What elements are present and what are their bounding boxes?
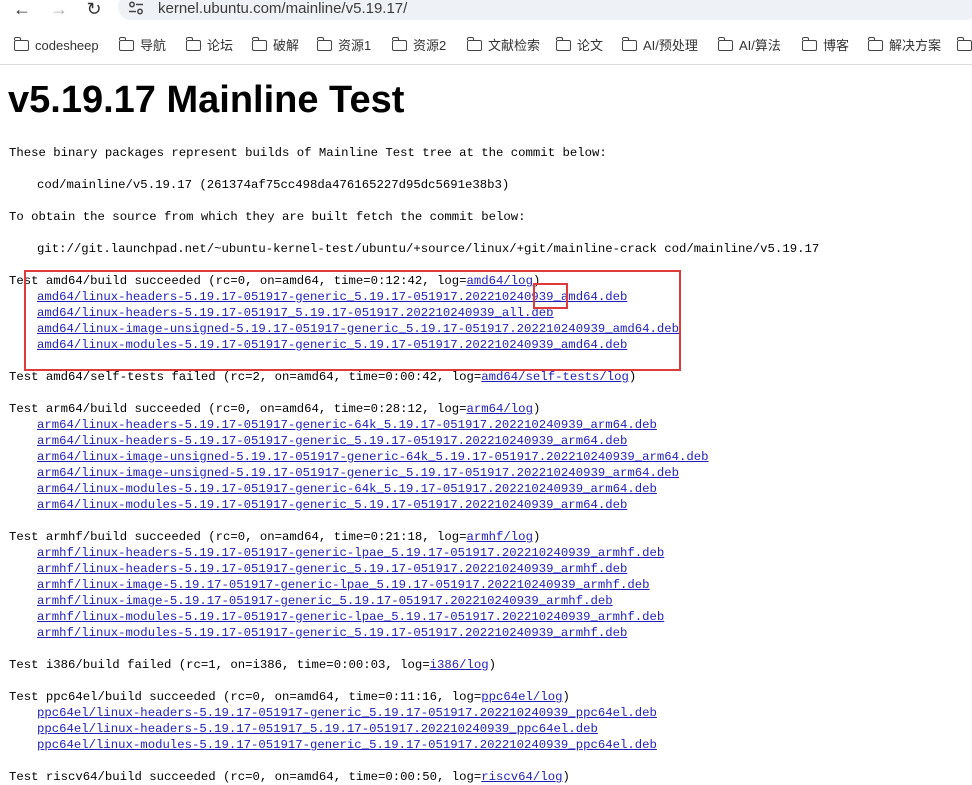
folder-icon [956, 37, 972, 51]
build-status-text: Test i386/build failed (rc=1, on=i386, t… [9, 658, 430, 672]
source-intro-text: To obtain the source from which they are… [9, 210, 526, 224]
build-status-text: Test armhf/build succeeded (rc=0, on=amd… [9, 530, 467, 544]
log-link[interactable]: armhf/log [467, 530, 533, 544]
commit-text: cod/mainline/v5.19.17 (261374af75cc498da… [37, 178, 510, 192]
bookmark-crack[interactable]: 破解 [251, 36, 299, 56]
highlight-box [24, 270, 681, 371]
log-link[interactable]: ppc64el/log [481, 690, 562, 704]
paren-close: ) [488, 658, 497, 672]
package-link[interactable]: armhf/linux-headers-5.19.17-051917-gener… [37, 561, 627, 577]
bookmark-literature[interactable]: 文献检索 [466, 36, 540, 56]
highlight-box-arch [533, 283, 568, 309]
paren-close: ) [562, 770, 570, 784]
bookmark-blog[interactable]: 博客 [801, 36, 849, 56]
package-link[interactable]: arm64/linux-image-unsigned-5.19.17-05191… [37, 449, 709, 465]
source-command: git://git.launchpad.net/~ubuntu-kernel-t… [37, 242, 820, 256]
folder-icon [391, 37, 407, 51]
forward-arrow-icon[interactable]: → [47, 0, 71, 18]
bookmark-ai-algorithm[interactable]: AI/算法 [717, 36, 781, 56]
bookmark-ai-preprocess[interactable]: AI/预处理 [621, 36, 698, 56]
folder-icon [801, 37, 817, 51]
folder-icon [867, 37, 883, 51]
bookmark-solutions[interactable]: 解决方案 [867, 36, 941, 56]
build-status-line: Test amd64/self-tests failed (rc=2, on=a… [9, 369, 636, 385]
bookmarks-bar: codesheep 导航 论坛 破解 资源1 资源2 文献检索 论文 AI/预处… [0, 36, 972, 58]
build-status-text: Test arm64/build succeeded (rc=0, on=amd… [9, 402, 467, 416]
bookmark-resource1[interactable]: 资源1 [316, 36, 371, 56]
build-status-line: Test ppc64el/build succeeded (rc=0, on=a… [9, 689, 570, 705]
folder-icon [118, 37, 134, 51]
page-title: v5.19.17 Mainline Test [8, 79, 405, 121]
build-status-text: Test riscv64/build succeeded (rc=0, on=a… [9, 770, 482, 784]
site-settings-icon[interactable] [128, 1, 144, 15]
log-link[interactable]: amd64/self-tests/log [481, 370, 629, 384]
package-link[interactable]: arm64/linux-modules-5.19.17-051917-gener… [37, 481, 657, 497]
build-status-line: Test i386/build failed (rc=1, on=i386, t… [9, 657, 496, 673]
bookmark-resource2[interactable]: 资源2 [391, 36, 446, 56]
bookmark-forum[interactable]: 论坛 [185, 36, 233, 56]
package-link[interactable]: arm64/linux-headers-5.19.17-051917-gener… [37, 433, 627, 449]
package-link[interactable]: armhf/linux-modules-5.19.17-051917-gener… [37, 609, 664, 625]
package-link[interactable]: ppc64el/linux-modules-5.19.17-051917-gen… [37, 737, 657, 753]
package-link[interactable]: ppc64el/linux-headers-5.19.17-051917-gen… [37, 705, 657, 721]
intro-text: These binary packages represent builds o… [9, 146, 607, 160]
package-link[interactable]: armhf/linux-image-5.19.17-051917-generic… [37, 593, 613, 609]
folder-icon [621, 37, 637, 51]
reload-icon[interactable]: ↻ [82, 0, 106, 18]
package-link[interactable]: armhf/linux-headers-5.19.17-051917-gener… [37, 545, 664, 561]
paren-close: ) [532, 530, 541, 544]
bookmark-papers[interactable]: 论文 [555, 36, 603, 56]
page-content: v5.19.17 Mainline Test These binary pack… [0, 65, 972, 784]
browser-chrome: ← → ↻ kernel.ubuntu.com/mainline/v5.19.1… [0, 0, 972, 65]
package-link[interactable]: arm64/linux-image-unsigned-5.19.17-05191… [37, 465, 679, 481]
folder-icon [555, 37, 571, 51]
build-status-line: Test arm64/build succeeded (rc=0, on=amd… [9, 401, 540, 417]
folder-icon [466, 37, 482, 51]
package-link[interactable]: arm64/linux-headers-5.19.17-051917-gener… [37, 417, 657, 433]
address-bar[interactable]: kernel.ubuntu.com/mainline/v5.19.17/ [118, 0, 972, 20]
folder-icon [717, 37, 733, 51]
build-status-text: Test ppc64el/build succeeded (rc=0, on=a… [9, 690, 482, 704]
paren-close: ) [532, 402, 541, 416]
paren-close: ) [628, 370, 637, 384]
folder-icon [316, 37, 332, 51]
package-link[interactable]: armhf/linux-image-5.19.17-051917-generic… [37, 577, 650, 593]
log-link[interactable]: i386/log [430, 658, 489, 672]
paren-close: ) [562, 690, 570, 704]
folder-icon [185, 37, 201, 51]
log-link[interactable]: arm64/log [467, 402, 533, 416]
package-link[interactable]: armhf/linux-modules-5.19.17-051917-gener… [37, 625, 627, 641]
bookmark-codesheep[interactable]: codesheep [13, 36, 99, 56]
bookmark-nav[interactable]: 导航 [118, 36, 166, 56]
build-status-text: Test amd64/self-tests failed (rc=2, on=a… [9, 370, 482, 384]
log-link[interactable]: riscv64/log [481, 770, 562, 784]
build-status-line: Test riscv64/build succeeded (rc=0, on=a… [9, 769, 570, 785]
back-arrow-icon[interactable]: ← [10, 0, 34, 18]
folder-icon [251, 37, 267, 51]
build-status-line: Test armhf/build succeeded (rc=0, on=amd… [9, 529, 540, 545]
package-link[interactable]: ppc64el/linux-headers-5.19.17-051917_5.1… [37, 721, 598, 737]
package-link[interactable]: arm64/linux-modules-5.19.17-051917-gener… [37, 497, 627, 513]
url-text[interactable]: kernel.ubuntu.com/mainline/v5.19.17/ [158, 0, 407, 17]
bookmark-overflow[interactable] [956, 36, 972, 56]
folder-icon [13, 37, 29, 51]
